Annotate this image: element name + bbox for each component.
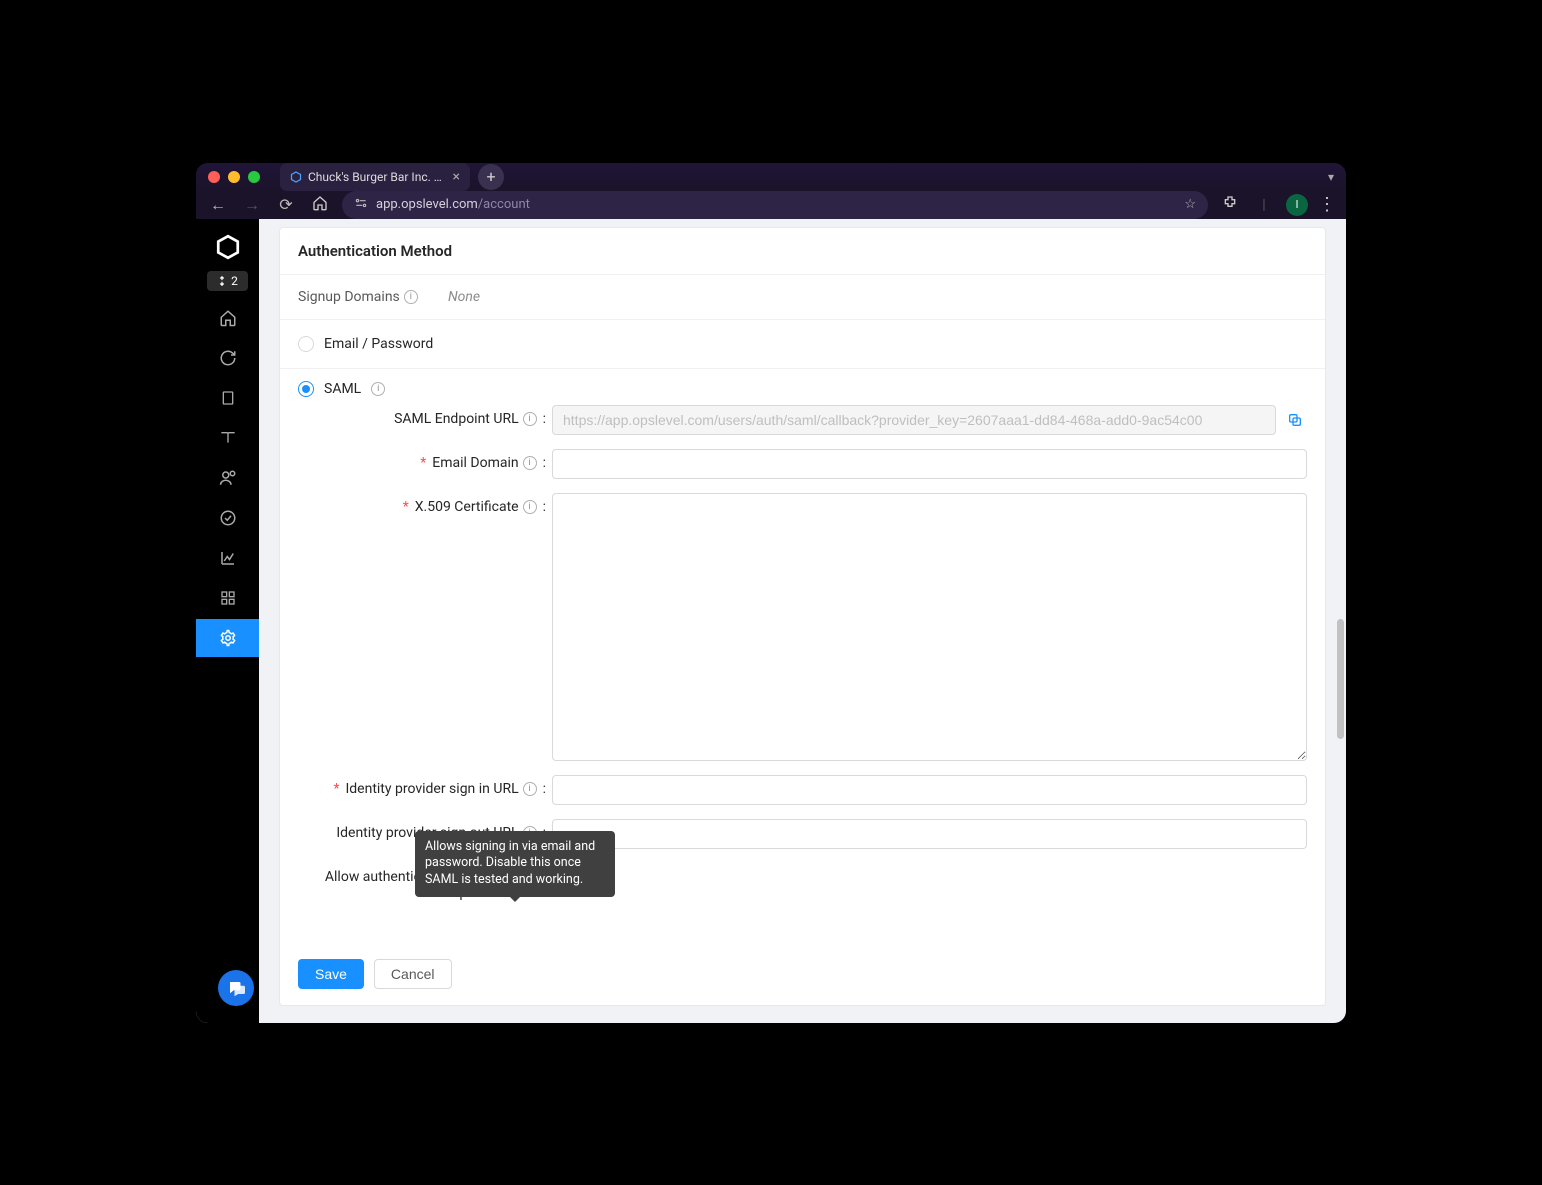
info-icon[interactable]: i — [523, 412, 537, 426]
signin-url-label: Identity provider sign in URL — [345, 781, 518, 797]
signin-url-input[interactable] — [552, 775, 1307, 805]
tab-bar: Chuck's Burger Bar Inc. - Acc… × + ▾ — [196, 163, 1346, 191]
site-settings-icon[interactable] — [354, 196, 368, 214]
auth-method-card: Authentication Method Signup Domains i N… — [279, 227, 1326, 1006]
email-domain-row: * Email Domain i : — [298, 449, 1307, 479]
sidebar-sync[interactable] — [196, 339, 259, 377]
new-tab-button[interactable]: + — [478, 164, 504, 190]
tab-close-icon[interactable]: × — [453, 169, 460, 185]
saml-label: SAML — [324, 381, 361, 397]
reload-button[interactable]: ⟳ — [274, 195, 298, 214]
sidebar-grid[interactable] — [196, 579, 259, 617]
email-password-option[interactable]: Email / Password — [280, 320, 1325, 369]
url-field[interactable]: app.opslevel.com/account ☆ — [342, 191, 1208, 219]
info-icon[interactable]: i — [523, 456, 537, 470]
main-content: Authentication Method Signup Domains i N… — [259, 219, 1346, 1023]
forward-button[interactable]: → — [240, 195, 264, 215]
info-icon[interactable]: i — [523, 500, 537, 514]
sidebar-book[interactable] — [196, 419, 259, 457]
sidebar-settings[interactable] — [196, 619, 259, 657]
sidebar-page[interactable] — [196, 379, 259, 417]
saml-option[interactable]: SAML i — [298, 381, 1307, 397]
card-title: Authentication Method — [280, 228, 1325, 275]
saml-endpoint-input[interactable] — [552, 405, 1276, 435]
x509-textarea[interactable] — [552, 493, 1307, 761]
avatar-initial: I — [1296, 198, 1299, 211]
badge-count: 2 — [231, 274, 238, 288]
traffic-lights — [208, 171, 260, 183]
maximize-window-button[interactable] — [248, 171, 260, 183]
sidebar-people[interactable] — [196, 459, 259, 497]
signup-domains-row: Signup Domains i None — [280, 275, 1325, 320]
sidebar-chart[interactable] — [196, 539, 259, 577]
saml-endpoint-row: SAML Endpoint URL i : — [298, 405, 1307, 435]
signout-url-input[interactable] — [552, 819, 1307, 849]
profile-avatar[interactable]: I — [1286, 194, 1308, 216]
email-domain-label: Email Domain — [432, 455, 518, 471]
sidebar: 2 — [196, 219, 259, 1023]
signin-url-row: * Identity provider sign in URL i : — [298, 775, 1307, 805]
info-icon[interactable]: i — [404, 290, 418, 304]
sidebar-check[interactable] — [196, 499, 259, 537]
x509-row: * X.509 Certificate i : — [298, 493, 1307, 761]
tooltip: Allows signing in via email and password… — [415, 831, 615, 898]
close-window-button[interactable] — [208, 171, 220, 183]
copy-button[interactable] — [1282, 407, 1307, 433]
tooltip-text: Allows signing in via email and password… — [425, 839, 595, 888]
minimize-window-button[interactable] — [228, 171, 240, 183]
cancel-button[interactable]: Cancel — [374, 959, 452, 989]
email-domain-input[interactable] — [552, 449, 1307, 479]
signup-domains-label: Signup Domains — [298, 289, 400, 305]
back-button[interactable]: ← — [206, 195, 230, 215]
info-icon[interactable]: i — [371, 382, 385, 396]
app-logo-icon[interactable] — [208, 227, 248, 267]
browser-window: Chuck's Burger Bar Inc. - Acc… × + ▾ ← →… — [196, 163, 1346, 1023]
x509-label: X.509 Certificate — [415, 499, 519, 515]
radio-unchecked-icon[interactable] — [298, 336, 314, 352]
footer-actions: Save Cancel — [280, 943, 1325, 1005]
saml-endpoint-label: SAML Endpoint URL — [394, 411, 519, 427]
radio-checked-icon[interactable] — [298, 381, 314, 397]
app-area: 2 — [196, 219, 1346, 1023]
bookmark-star-icon[interactable]: ☆ — [1184, 197, 1196, 212]
profile-separator: | — [1252, 197, 1276, 213]
home-button[interactable] — [308, 195, 332, 215]
url-host: app.opslevel.com — [376, 197, 478, 212]
signup-domains-value: None — [448, 289, 480, 305]
scrollbar-thumb[interactable] — [1337, 619, 1344, 739]
browser-menu-icon[interactable]: ⋮ — [1318, 194, 1336, 215]
sidebar-badge[interactable]: 2 — [207, 271, 248, 291]
saml-option-block: SAML i SAML Endpoint URL i : — [280, 369, 1325, 943]
tabs-menu-chevron-icon[interactable]: ▾ — [1328, 170, 1334, 184]
sidebar-home[interactable] — [196, 299, 259, 337]
info-icon[interactable]: i — [523, 782, 537, 796]
address-bar: ← → ⟳ app.opslevel.com/account ☆ | I ⋮ — [196, 191, 1346, 219]
browser-tab[interactable]: Chuck's Burger Bar Inc. - Acc… × — [280, 163, 470, 191]
email-password-label: Email / Password — [324, 336, 433, 352]
extensions-icon[interactable] — [1218, 195, 1242, 215]
url-text: app.opslevel.com/account — [376, 197, 1176, 212]
favicon-icon — [290, 170, 302, 184]
save-button[interactable]: Save — [298, 959, 364, 989]
url-path: /account — [478, 197, 530, 212]
chat-widget-button[interactable] — [218, 970, 254, 1006]
tab-title: Chuck's Burger Bar Inc. - Acc… — [308, 170, 443, 184]
